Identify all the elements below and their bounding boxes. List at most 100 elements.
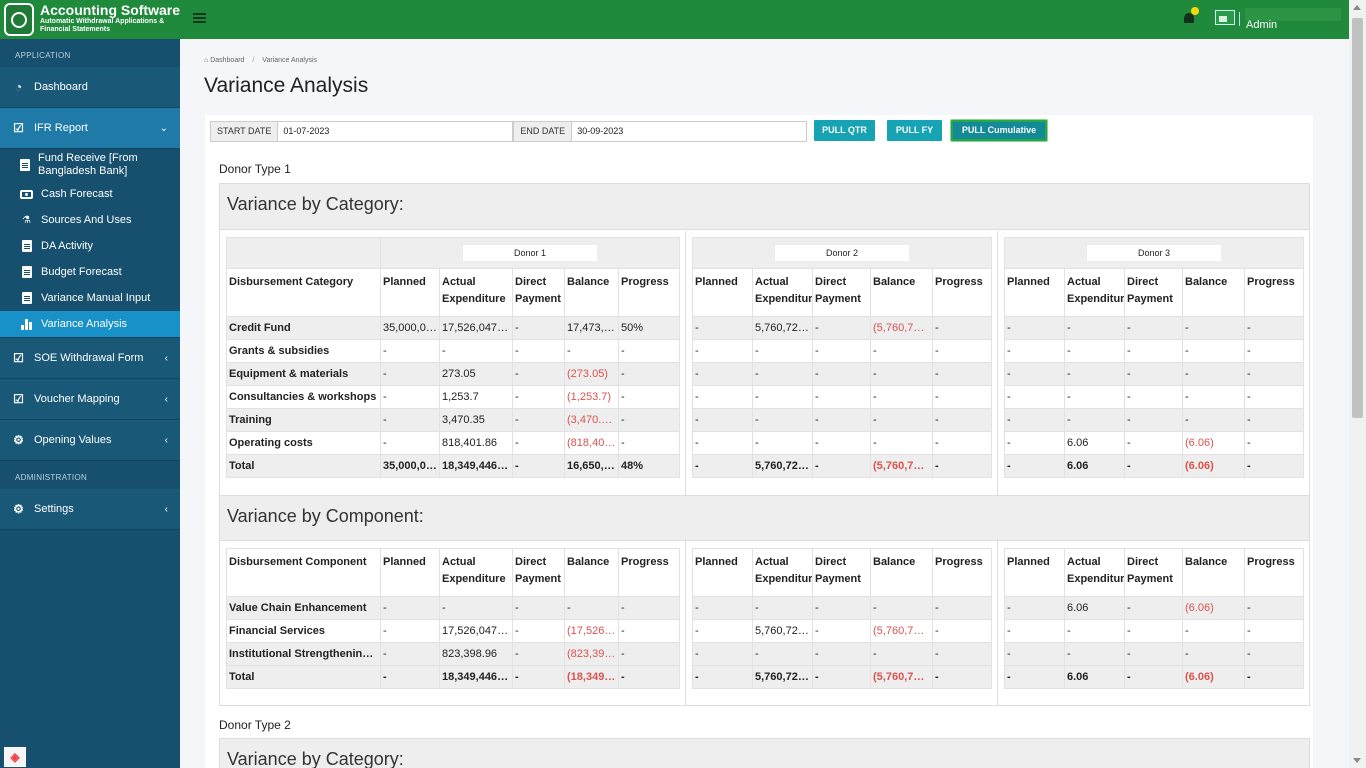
nav-settings[interactable]: ⚙ Settings ‹	[0, 489, 180, 530]
row-label: Training	[226, 408, 381, 432]
scroll-thumb[interactable]	[1352, 18, 1363, 418]
sub-da-activity-label: DA Activity	[41, 240, 93, 252]
nav-ifr-report[interactable]: ☑ IFR Report ⌄	[0, 108, 180, 149]
table-cell: -	[870, 362, 933, 386]
table-cell: -	[1004, 385, 1065, 409]
divider	[685, 540, 686, 706]
table-cell: -	[618, 339, 680, 363]
nav-opening-label: Opening Values	[34, 434, 112, 446]
nav-settings-label: Settings	[34, 503, 74, 515]
table-cell: 5,760,726.16	[752, 316, 813, 340]
nav-voucher-mapping[interactable]: ☑ Voucher Mapping ‹	[0, 379, 180, 420]
user-role[interactable]: Admin	[1246, 19, 1277, 31]
sub-budget-forecast[interactable]: Budget Forecast	[0, 259, 180, 285]
category-heading-2: Variance by Category:	[220, 739, 1309, 768]
scroll-up-arrow-icon[interactable]	[1353, 5, 1361, 10]
menu-toggle-icon[interactable]	[193, 13, 206, 24]
table-cell: (6.06)	[1182, 454, 1245, 478]
user-avatar[interactable]	[1215, 10, 1235, 25]
table-row: -----	[692, 408, 992, 432]
column-header-balance: Balance	[1182, 268, 1245, 317]
end-date-input[interactable]	[572, 120, 808, 142]
table-cell: -	[932, 408, 992, 432]
table-cell: -	[512, 316, 565, 340]
nav-ifr-report-label: IFR Report	[34, 122, 88, 134]
nav-dashboard-label: Dashboard	[34, 81, 88, 93]
table-cell: -	[1004, 431, 1065, 455]
nav-opening-values[interactable]: ⚙ Opening Values ‹	[0, 420, 180, 461]
table-cell: -	[870, 385, 933, 409]
table-cell: -	[692, 642, 753, 666]
money-icon	[20, 188, 33, 201]
column-header-actual: Actual Expenditure	[439, 548, 513, 597]
sub-cash-forecast[interactable]: Cash Forecast	[0, 181, 180, 207]
header-text: Expenditure	[442, 293, 506, 305]
table-row: -----	[692, 431, 992, 455]
header-text: Direct	[515, 556, 547, 568]
column-header-planned: Planned	[380, 548, 440, 597]
table-cell: -	[380, 408, 440, 432]
table-cell: -	[752, 362, 813, 386]
breadcrumb-home[interactable]: Dashboard	[210, 57, 244, 64]
sub-sources-uses[interactable]: ⚗ Sources And Uses	[0, 207, 180, 233]
sub-da-activity[interactable]: DA Activity	[0, 233, 180, 259]
column-header-planned: Planned	[1004, 548, 1065, 597]
table-cell: -	[692, 316, 753, 340]
table-row: -5,760,726.16-(5,760,726.16)-	[692, 454, 992, 478]
scroll-down-arrow-icon[interactable]	[1353, 758, 1361, 763]
bar-chart-icon	[20, 318, 33, 331]
table-cell: (6.06)	[1182, 665, 1245, 689]
table-cell: -	[380, 642, 440, 666]
sub-variance-manual-label: Variance Manual Input	[41, 292, 151, 304]
table-cell: -	[1004, 642, 1065, 666]
sub-variance-manual[interactable]: Variance Manual Input	[0, 285, 180, 311]
component-heading: Variance by Component:	[220, 495, 1309, 541]
sub-variance-analysis[interactable]: Variance Analysis	[0, 311, 180, 337]
table-cell: -	[1004, 316, 1065, 340]
row-label: Total	[226, 454, 381, 478]
row-label: Financial Services	[226, 619, 381, 643]
notification-bell-icon[interactable]	[1183, 7, 1199, 25]
table-cell: -	[618, 408, 680, 432]
table-row: -----	[692, 362, 992, 386]
table-cell: -	[618, 642, 680, 666]
table-cell: -	[512, 642, 565, 666]
pull-fy-button[interactable]: PULL FY	[887, 120, 942, 141]
table-cell: -	[1182, 642, 1245, 666]
sub-fund-receive[interactable]: Fund Receive [From Bangladesh Bank]	[0, 149, 180, 181]
table-cell: -	[1064, 619, 1125, 643]
table-cell: (818,401.86)	[564, 431, 619, 455]
donor-name: Donor 1	[463, 245, 597, 261]
start-date-input[interactable]	[278, 120, 514, 142]
table-cell: -	[380, 596, 440, 620]
debugbar-icon[interactable]: ◈	[4, 747, 26, 767]
table-row: -----	[692, 339, 992, 363]
app-logo	[4, 3, 34, 36]
table-cell: -	[512, 665, 565, 689]
table-cell: -	[512, 454, 565, 478]
donor-type-2-label: Donor Type 2	[219, 718, 291, 732]
nav-dashboard[interactable]: ◔ Dashboard	[0, 67, 180, 108]
table-cell: -	[812, 316, 871, 340]
column-header-progress: Progress	[1244, 548, 1304, 597]
pull-qtr-button[interactable]: PULL QTR	[814, 120, 875, 141]
table-cell: -	[1064, 362, 1125, 386]
table-cell: (5,760,726.16)	[870, 316, 933, 340]
table-cell: 6.06	[1064, 454, 1125, 478]
nav-voucher-label: Voucher Mapping	[34, 393, 120, 405]
row-label: Grants & subsidies	[226, 339, 381, 363]
table-cell: -	[1124, 339, 1183, 363]
end-date-label: END DATE	[513, 120, 573, 142]
top-navbar: Accounting Software Automatic Withdrawal…	[0, 0, 1349, 39]
nav-soe-withdrawal[interactable]: ☑ SOE Withdrawal Form ‹	[0, 338, 180, 379]
page-scrollbar[interactable]	[1349, 0, 1366, 768]
table-cell: -	[870, 339, 933, 363]
app-subtitle-2: Financial Statements	[40, 26, 111, 33]
header-text: Payment	[515, 573, 561, 585]
table-cell: -	[1124, 408, 1183, 432]
table-row: Institutional Strengthening ... -823,398.…	[226, 642, 680, 666]
table-cell: (3,470.35)	[564, 408, 619, 432]
row-label: Credit Fund	[226, 316, 381, 340]
table-cell: -	[1064, 339, 1125, 363]
pull-cumulative-button[interactable]: PULL Cumulative	[951, 120, 1047, 141]
